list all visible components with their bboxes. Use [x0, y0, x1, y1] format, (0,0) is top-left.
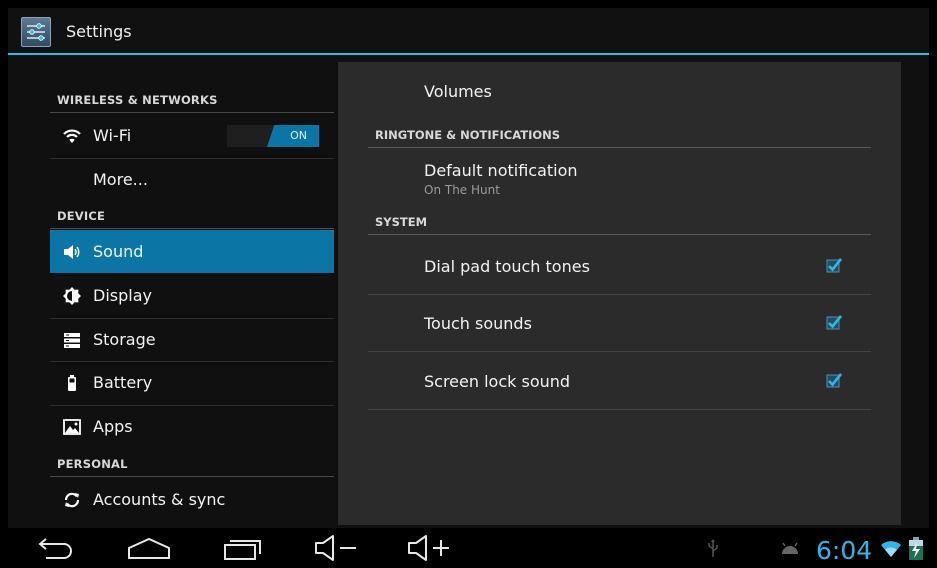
option-label: Screen lock sound — [424, 372, 571, 391]
default-notification-title: Default notification — [424, 161, 578, 180]
section-divider — [50, 112, 334, 113]
volumes-item[interactable]: Volumes — [424, 82, 492, 101]
back-icon[interactable] — [32, 532, 78, 564]
settings-sidebar: WIRELESS & NETWORKS Wi-Fi ON More... DEV… — [48, 62, 336, 522]
wifi-toggle[interactable]: ON — [227, 125, 319, 147]
divider — [368, 351, 871, 352]
toggle-state: ON — [290, 129, 307, 142]
checkbox-checked-icon[interactable] — [826, 314, 842, 330]
sidebar-item-more[interactable]: More... — [50, 158, 334, 201]
sidebar-item-label: Apps — [93, 417, 133, 436]
usb-icon — [708, 539, 718, 557]
option-label: Touch sounds — [424, 314, 532, 333]
sidebar-item-label: Accounts & sync — [93, 490, 226, 509]
sidebar-item-battery[interactable]: Battery — [50, 361, 334, 404]
sidebar-item-sound[interactable]: Sound — [50, 230, 334, 273]
sidebar-item-wifi[interactable]: Wi-Fi ON — [50, 114, 334, 157]
checkbox-checked-icon[interactable] — [826, 372, 842, 388]
sidebar-item-accounts-sync[interactable]: Accounts & sync — [50, 478, 334, 521]
sidebar-item-label: Wi-Fi — [93, 126, 132, 145]
section-divider — [50, 228, 334, 229]
sidebar-item-apps[interactable]: Apps — [50, 405, 334, 448]
storage-icon — [64, 333, 80, 348]
home-icon[interactable] — [124, 532, 174, 564]
system-bar: 6:04 — [0, 528, 937, 568]
section-header-wireless: WIRELESS & NETWORKS — [57, 93, 218, 107]
section-header-ringtone: RINGTONE & NOTIFICATIONS — [375, 128, 561, 142]
volume-down-icon[interactable] — [313, 532, 363, 564]
sidebar-item-display[interactable]: Display — [50, 274, 334, 317]
apps-icon — [63, 419, 81, 435]
sound-settings-pane: Volumes RINGTONE & NOTIFICATIONS Default… — [338, 62, 901, 525]
speaker-icon — [64, 245, 80, 259]
sidebar-item-label: Storage — [93, 330, 156, 349]
battery-icon — [68, 375, 76, 391]
divider — [368, 409, 871, 410]
default-notification-value: On The Hunt — [424, 183, 500, 197]
wifi-icon — [63, 129, 81, 143]
settings-icon[interactable] — [21, 17, 51, 47]
android-notification-icon — [782, 542, 798, 554]
brightness-icon — [63, 287, 81, 305]
action-bar: Settings — [8, 8, 929, 55]
option-label: Dial pad touch tones — [424, 257, 590, 276]
sync-icon — [64, 492, 80, 508]
battery-charging-icon — [909, 537, 923, 560]
section-header-personal: PERSONAL — [57, 457, 128, 471]
sidebar-item-label: More... — [93, 170, 148, 189]
sidebar-item-label: Sound — [93, 242, 144, 261]
checkbox-checked-icon[interactable] — [826, 257, 842, 273]
volume-up-icon[interactable] — [406, 532, 456, 564]
recent-apps-icon[interactable] — [220, 532, 268, 564]
section-divider — [50, 476, 334, 477]
section-header-system: SYSTEM — [375, 215, 428, 229]
sidebar-item-label: Display — [93, 286, 152, 305]
sidebar-item-label: Battery — [93, 373, 153, 392]
status-clock: 6:04 — [816, 536, 873, 565]
app-title: Settings — [66, 22, 132, 41]
divider — [368, 294, 871, 295]
section-header-device: DEVICE — [57, 209, 106, 223]
wifi-signal-icon — [881, 541, 901, 557]
section-divider — [368, 147, 871, 148]
sidebar-item-storage[interactable]: Storage — [50, 318, 334, 361]
section-divider — [368, 234, 871, 235]
